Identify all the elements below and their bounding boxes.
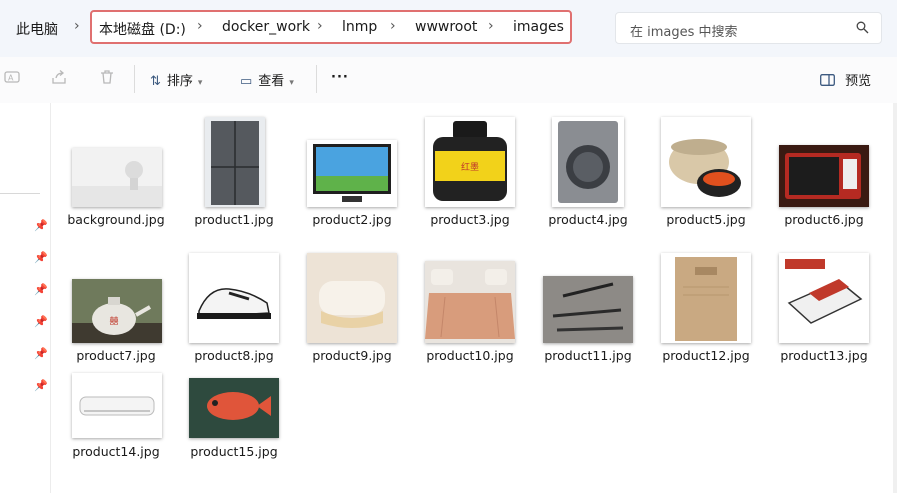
- breadcrumb-this-pc[interactable]: 此电脑: [16, 19, 58, 39]
- pin-icon[interactable]: 📌: [34, 347, 48, 360]
- breadcrumb-separator-icon[interactable]: ›: [74, 18, 80, 34]
- share-icon[interactable]: [51, 69, 67, 89]
- file-name: product12.jpg: [662, 348, 750, 363]
- file-name: product4.jpg: [548, 212, 628, 227]
- file-name: product5.jpg: [666, 212, 746, 227]
- chevron-down-icon: ▾: [289, 78, 294, 88]
- chevron-down-icon: ▾: [197, 78, 203, 88]
- breadcrumb-item-lnmp[interactable]: lnmp: [342, 19, 377, 35]
- image-thumbnail: 囍: [72, 279, 162, 343]
- image-thumbnail: [543, 276, 633, 343]
- image-thumbnail: [189, 253, 279, 343]
- file-grid: background.jpg product1.jpg product2.jpg…: [51, 103, 893, 493]
- image-thumbnail: [661, 117, 751, 207]
- image-thumbnail: [72, 148, 162, 207]
- image-thumbnail: [307, 253, 397, 343]
- image-thumbnail: [307, 140, 397, 207]
- image-thumbnail: [205, 117, 265, 207]
- file-name: product9.jpg: [312, 348, 392, 363]
- sort-icon: ⇅: [150, 74, 161, 89]
- svg-text:囍: 囍: [109, 315, 118, 327]
- preview-label: 预览: [845, 74, 872, 89]
- address-bar: 此电脑 › 本地磁盘 (D:) › docker_work › lnmp › w…: [0, 0, 897, 57]
- pin-icon[interactable]: 📌: [34, 315, 48, 328]
- vertical-scrollbar[interactable]: [893, 103, 897, 493]
- pin-icon[interactable]: 📌: [34, 283, 48, 296]
- search-placeholder: 在 images 中搜索: [630, 25, 738, 40]
- pin-icon[interactable]: 📌: [34, 379, 48, 392]
- command-bar: A ⇅ 排序 ▾ ▭ 查看 ▾ ··· 预览: [0, 57, 897, 104]
- image-thumbnail: [425, 261, 515, 343]
- file-name: product6.jpg: [784, 212, 864, 227]
- image-thumbnail: [779, 145, 869, 207]
- image-thumbnail: [189, 378, 279, 438]
- file-name: product2.jpg: [312, 212, 392, 227]
- breadcrumb-item-drive[interactable]: 本地磁盘 (D:): [99, 19, 186, 39]
- sort-button[interactable]: ⇅ 排序 ▾: [150, 70, 202, 89]
- svg-text:红墨: 红墨: [461, 161, 479, 173]
- toolbar-divider: [316, 65, 317, 93]
- pin-icon[interactable]: 📌: [34, 219, 48, 232]
- file-name: background.jpg: [67, 212, 165, 227]
- file-name: product14.jpg: [72, 444, 160, 459]
- file-name: product11.jpg: [544, 348, 632, 363]
- file-name: product10.jpg: [426, 348, 514, 363]
- view-icon: ▭: [240, 74, 253, 89]
- breadcrumb-item-wwwroot[interactable]: wwwroot: [415, 19, 477, 35]
- view-label: 查看: [258, 74, 285, 89]
- breadcrumb-item-docker-work[interactable]: docker_work: [222, 19, 310, 35]
- preview-pane-button[interactable]: 预览: [820, 70, 871, 89]
- more-options-button[interactable]: ···: [331, 70, 349, 85]
- file-name: product13.jpg: [780, 348, 868, 363]
- image-thumbnail: [552, 117, 624, 207]
- breadcrumb-separator-icon[interactable]: ›: [390, 18, 396, 34]
- file-name: product7.jpg: [76, 348, 156, 363]
- breadcrumb-separator-icon[interactable]: ›: [317, 18, 323, 34]
- file-name: product3.jpg: [430, 212, 510, 227]
- file-name: product15.jpg: [190, 444, 278, 459]
- file-name: product8.jpg: [194, 348, 274, 363]
- svg-text:A: A: [8, 74, 14, 83]
- rename-icon[interactable]: A: [4, 69, 20, 89]
- pin-icon[interactable]: 📌: [34, 251, 48, 264]
- sort-label: 排序: [166, 74, 193, 89]
- navigation-divider: [0, 193, 40, 194]
- navigation-pane: 📌 📌 📌 📌 📌 📌: [0, 103, 51, 493]
- breadcrumb-separator-icon[interactable]: ›: [197, 18, 203, 34]
- delete-icon[interactable]: [99, 69, 115, 89]
- image-thumbnail: [661, 253, 751, 343]
- breadcrumb-separator-icon[interactable]: ›: [488, 18, 494, 34]
- view-button[interactable]: ▭ 查看 ▾: [240, 70, 294, 89]
- image-thumbnail: 红墨: [425, 117, 515, 207]
- image-thumbnail: [72, 373, 162, 438]
- toolbar-divider: [134, 65, 135, 93]
- search-input[interactable]: 在 images 中搜索: [615, 12, 882, 44]
- preview-pane-icon: [820, 74, 839, 89]
- file-name: product1.jpg: [194, 212, 274, 227]
- breadcrumb-item-images[interactable]: images: [513, 19, 564, 35]
- image-thumbnail: [779, 253, 869, 343]
- search-icon[interactable]: [856, 21, 869, 38]
